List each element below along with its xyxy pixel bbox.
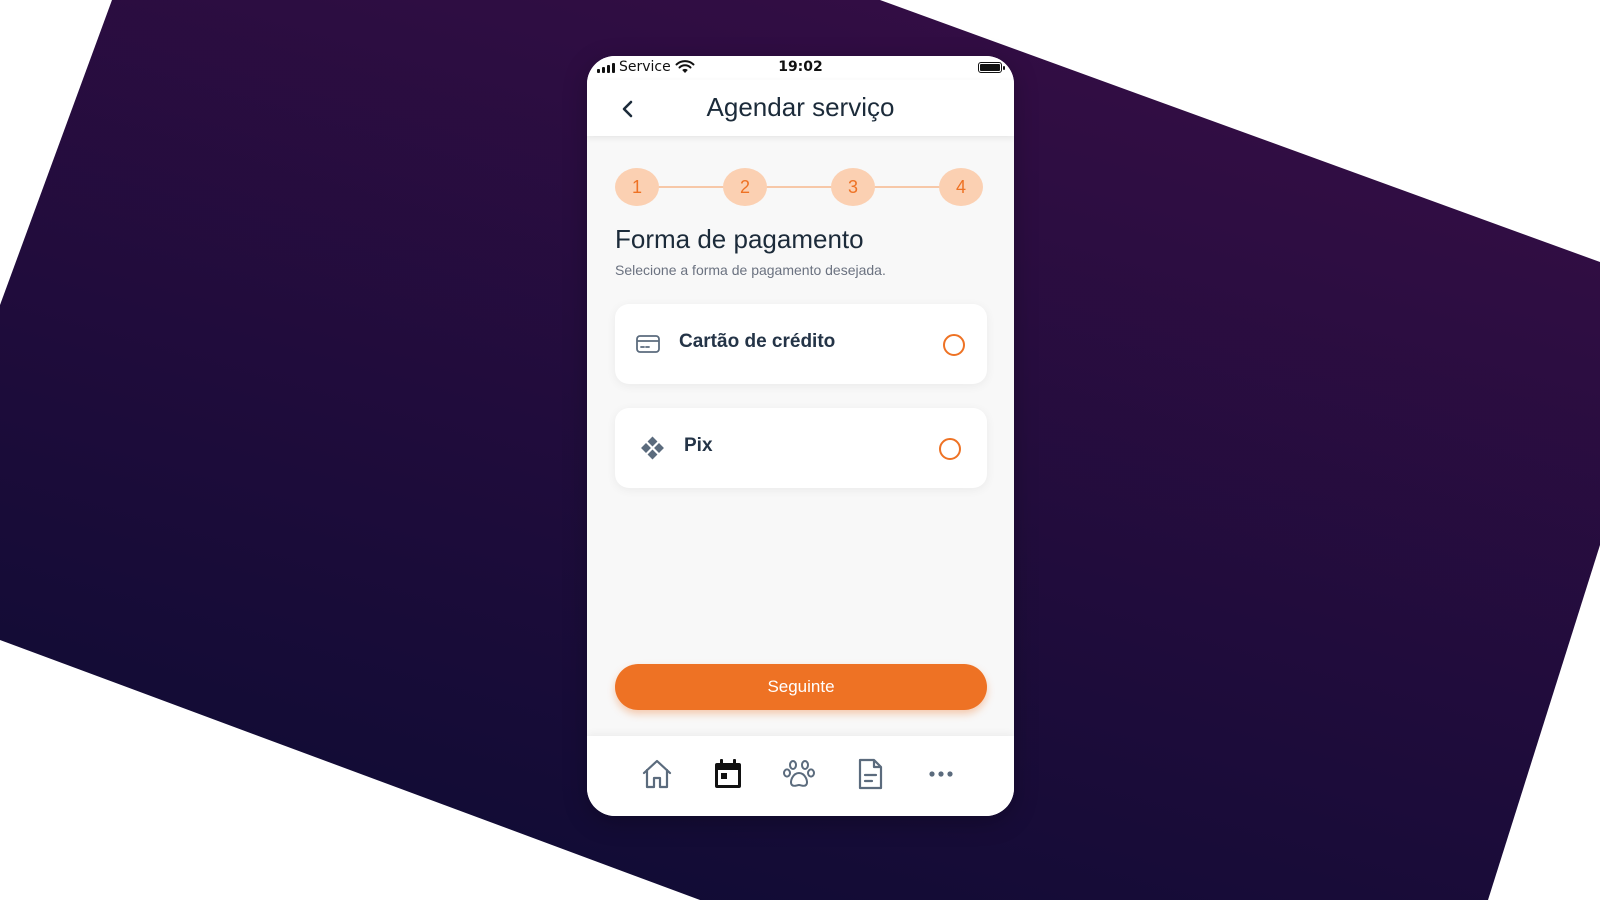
page-title: Agendar serviço: [706, 92, 895, 122]
paw-icon[interactable]: [781, 756, 817, 792]
next-button[interactable]: Seguinte: [615, 664, 987, 710]
calendar-icon[interactable]: [710, 756, 746, 792]
home-icon[interactable]: [639, 756, 675, 792]
section-subtitle: Selecione a forma de pagamento desejada.: [615, 262, 886, 278]
step-4: 4: [939, 168, 983, 206]
option-label-pix: Pix: [684, 435, 713, 456]
phone-screen: Service 19:02 Agendar serviço 1 2 3 4 Fo…: [587, 56, 1014, 816]
payment-option-pix[interactable]: Pix: [615, 408, 987, 488]
battery-icon: [978, 62, 1005, 73]
stepper: 1 2 3 4: [615, 168, 987, 206]
credit-card-icon: [636, 335, 660, 353]
section-title: Forma de pagamento: [615, 224, 864, 254]
pix-icon: [641, 436, 664, 460]
payment-option-credit-card[interactable]: Cartão de crédito: [615, 304, 987, 384]
status-time: 19:02: [778, 59, 823, 75]
app-header: Agendar serviço: [587, 80, 1014, 136]
step-2: 2: [723, 168, 767, 206]
step-1: 1: [615, 168, 659, 206]
option-label-credit-card: Cartão de crédito: [679, 331, 836, 352]
bottom-tab-bar: [587, 736, 1014, 816]
stepper-line: [635, 186, 967, 188]
radio-credit-card[interactable]: [943, 334, 965, 356]
document-icon[interactable]: [852, 756, 888, 792]
step-3: 3: [831, 168, 875, 206]
radio-pix[interactable]: [939, 438, 961, 460]
status-bar: Service 19:02: [587, 56, 1014, 80]
more-icon[interactable]: [923, 756, 959, 792]
